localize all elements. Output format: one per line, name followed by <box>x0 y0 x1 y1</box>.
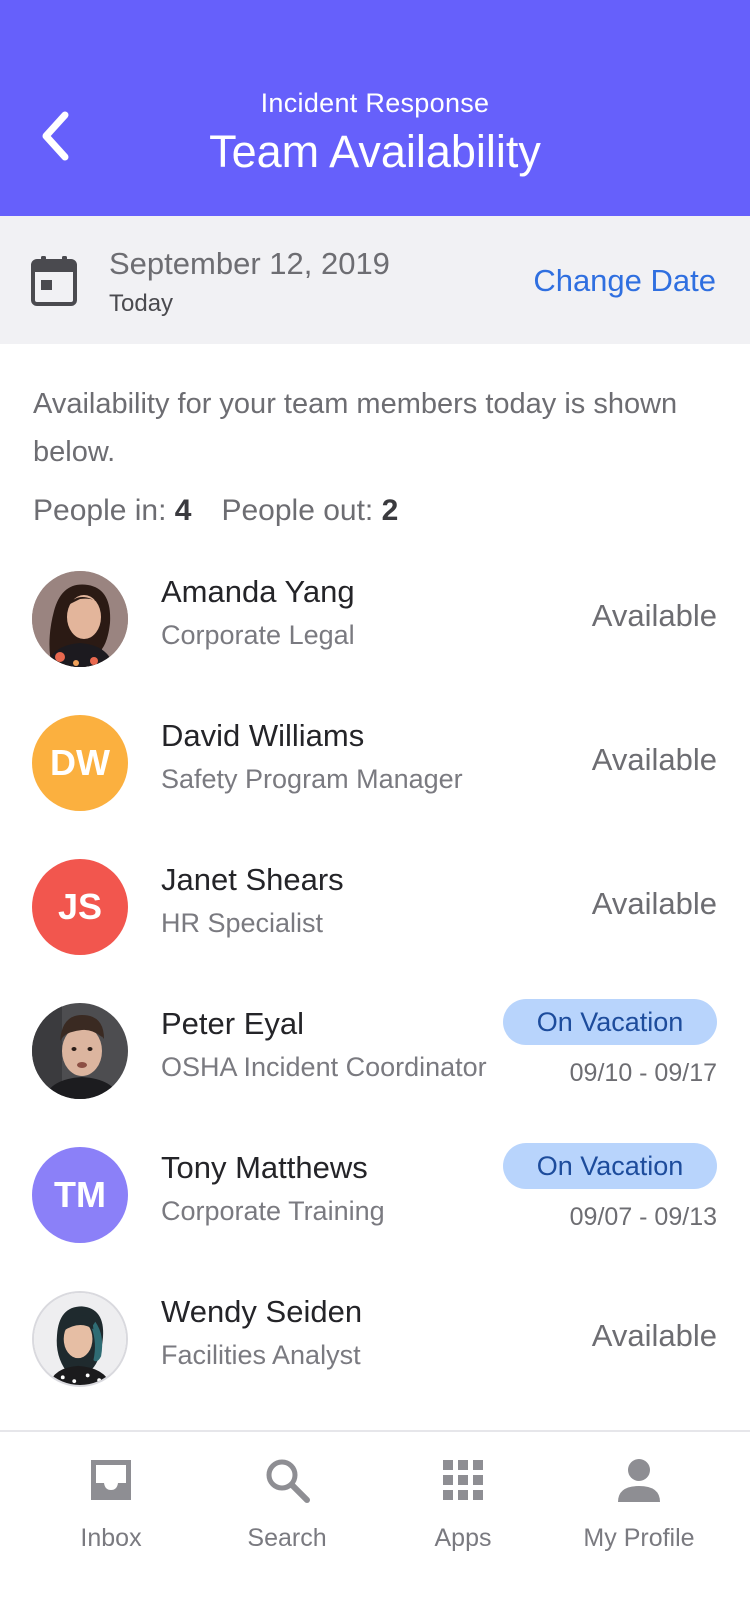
avatar-photo <box>32 1003 128 1099</box>
change-date-button[interactable]: Change Date <box>533 263 716 299</box>
tab-label: My Profile <box>583 1524 695 1552</box>
inbox-icon <box>91 1460 131 1500</box>
person-row[interactable]: TM Tony Matthews Corporate Training On V… <box>0 1122 750 1266</box>
availability-status: Available <box>591 886 717 921</box>
avatar: DW <box>32 715 128 811</box>
vacation-dates: 09/07 - 09/13 <box>569 1203 717 1231</box>
person-name: David Williams <box>161 718 365 753</box>
tab-label: Search <box>247 1524 327 1552</box>
avatar: TM <box>32 1147 128 1243</box>
people-out-count: 2 <box>381 494 399 527</box>
person-role: OSHA Incident Coordinator <box>161 1052 487 1082</box>
people-in-count: 4 <box>174 494 192 527</box>
person-name: Wendy Seiden <box>161 1294 363 1329</box>
people-out-label: People out: <box>221 494 374 527</box>
avatar: JS <box>32 859 128 955</box>
person-row[interactable]: Peter Eyal OSHA Incident Coordinator On … <box>0 978 750 1122</box>
vacation-badge: On Vacation <box>503 1143 717 1189</box>
person-name: Tony Matthews <box>161 1150 368 1185</box>
header-subtitle: Incident Response <box>260 88 490 118</box>
search-icon <box>266 1459 310 1503</box>
person-role: Corporate Legal <box>161 620 355 650</box>
tab-label: Inbox <box>80 1524 142 1552</box>
person-role: Safety Program Manager <box>161 764 463 794</box>
profile-icon <box>618 1459 660 1502</box>
calendar-icon <box>31 256 77 306</box>
person-name: Amanda Yang <box>161 574 355 609</box>
availability-status: Available <box>591 742 717 777</box>
person-row[interactable]: Wendy Seiden Facilities Analyst Availabl… <box>0 1266 750 1410</box>
app-header: Incident Response Team Availability <box>0 0 750 216</box>
person-role: Corporate Training <box>161 1196 385 1226</box>
availability-status: Available <box>591 1318 717 1353</box>
person-name: Peter Eyal <box>161 1006 305 1041</box>
person-row[interactable]: Amanda Yang Corporate Legal Available <box>0 546 750 690</box>
tab-my-profile[interactable]: My Profile <box>551 1432 727 1562</box>
avatar-photo <box>34 1293 126 1385</box>
avatar <box>32 1003 128 1099</box>
vacation-badge: On Vacation <box>503 999 717 1045</box>
page-title: Team Availability <box>209 126 541 177</box>
person-row[interactable]: DW David Williams Safety Program Manager… <box>0 690 750 834</box>
tab-apps[interactable]: Apps <box>375 1432 551 1562</box>
person-name: Janet Shears <box>161 862 344 897</box>
intro-text: Availability for your team members today… <box>33 388 678 468</box>
person-role: Facilities Analyst <box>161 1340 361 1370</box>
tab-search[interactable]: Search <box>199 1432 375 1562</box>
availability-status: Available <box>591 598 717 633</box>
people-counts: People in: 4 People out: 2 <box>33 494 398 528</box>
date-relative-label: Today <box>109 290 174 317</box>
tab-label: Apps <box>434 1524 492 1552</box>
person-row[interactable]: JS Janet Shears HR Specialist Available <box>0 834 750 978</box>
avatar <box>32 1291 128 1387</box>
vacation-dates: 09/10 - 09/17 <box>569 1059 717 1087</box>
avatar <box>32 571 128 667</box>
avatar-photo <box>32 571 128 667</box>
bottom-tab-bar: Inbox Search Apps My Profile <box>0 1430 750 1624</box>
person-role: HR Specialist <box>161 908 324 938</box>
apps-grid-icon <box>443 1460 483 1500</box>
selected-date: September 12, 2019 <box>109 246 390 281</box>
people-in-label: People in: <box>33 494 167 527</box>
tab-inbox[interactable]: Inbox <box>23 1432 199 1562</box>
